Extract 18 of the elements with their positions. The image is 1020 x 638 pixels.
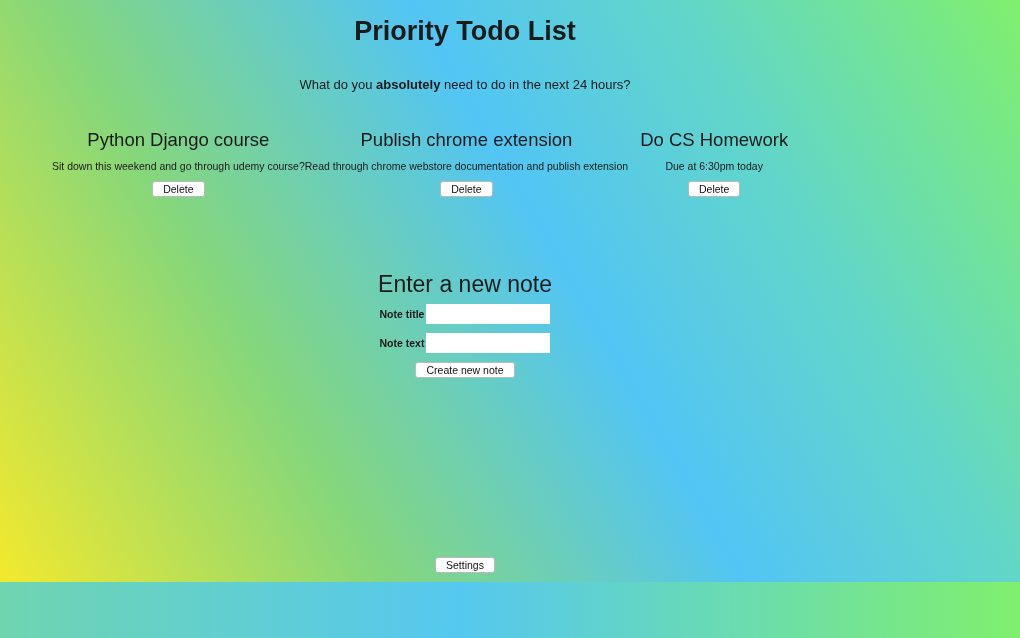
form-heading: Enter a new note	[378, 271, 552, 298]
delete-button[interactable]: Delete	[687, 181, 741, 197]
page-title: Priority Todo List	[354, 16, 576, 47]
input-field[interactable]	[426, 333, 551, 353]
note-title: Do CS Homework	[640, 129, 789, 151]
field-label: Note text	[379, 337, 425, 349]
note-text: Sit down this weekend and go through udemy course?	[52, 160, 305, 172]
delete-button[interactable]: Delete	[152, 181, 205, 197]
input-field[interactable]	[426, 304, 551, 324]
prompt-text: What do you absolutely need to do in the next 24 hours?	[299, 77, 631, 92]
create-note-button[interactable]: Create new note	[415, 362, 515, 378]
settings-button[interactable]: Settings	[435, 557, 495, 573]
delete-button[interactable]: Delete	[440, 181, 493, 197]
field-label: Note title	[379, 308, 425, 320]
note-text: Read through chrome webstore documentation and publish extension	[304, 160, 629, 172]
note-title: Publish chrome extension	[360, 129, 573, 151]
note-title: Python Django course	[87, 129, 270, 151]
note-text: Due at 6:30pm today	[665, 160, 763, 172]
